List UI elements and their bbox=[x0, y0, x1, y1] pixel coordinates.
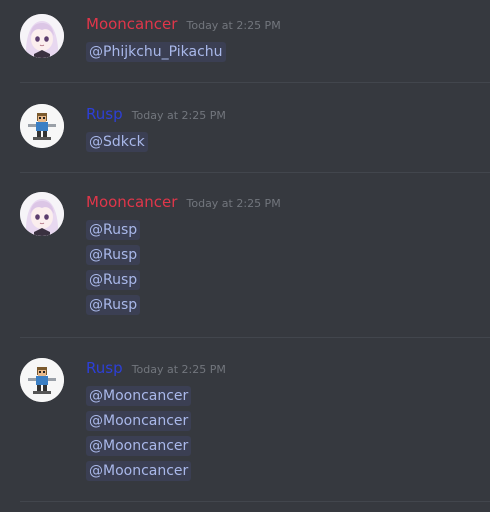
message-content: @Sdkck bbox=[86, 128, 148, 153]
timestamp: Today at 2:25 PM bbox=[186, 19, 281, 32]
message-content: @Phijkchu_Pikachu bbox=[86, 38, 226, 63]
mention[interactable]: @Phijkchu_Pikachu bbox=[86, 42, 226, 62]
message-header: Rusp Today at 2:25 PM bbox=[86, 358, 226, 378]
anime-girl-avatar-icon bbox=[20, 192, 64, 236]
pixel-character-avatar-icon bbox=[20, 104, 64, 148]
username[interactable]: Mooncancer bbox=[86, 15, 177, 33]
message-header: Rusp Today at 2:25 PM bbox=[86, 104, 226, 124]
message-content: @Mooncancer @Mooncancer @Mooncancer @Moo… bbox=[86, 382, 192, 482]
avatar[interactable] bbox=[20, 192, 64, 236]
avatar[interactable] bbox=[20, 104, 64, 148]
message-divider bbox=[20, 337, 490, 338]
chat-messages: Mooncancer Today at 2:25 PM @Phijkchu_Pi… bbox=[0, 0, 490, 512]
timestamp: Today at 2:25 PM bbox=[131, 363, 226, 376]
message-header: Mooncancer Today at 2:25 PM bbox=[86, 14, 281, 34]
anime-girl-avatar-icon bbox=[20, 14, 64, 58]
mention[interactable]: @Mooncancer bbox=[86, 411, 192, 431]
message-divider bbox=[20, 501, 490, 502]
avatar[interactable] bbox=[20, 14, 64, 58]
message-content: @Rusp @Rusp @Rusp @Rusp bbox=[86, 216, 141, 316]
mention[interactable]: @Rusp bbox=[86, 270, 141, 290]
username[interactable]: Rusp bbox=[86, 359, 123, 377]
username[interactable]: Rusp bbox=[86, 105, 123, 123]
message-divider bbox=[20, 82, 490, 83]
timestamp: Today at 2:25 PM bbox=[131, 109, 226, 122]
mention[interactable]: @Mooncancer bbox=[86, 386, 192, 406]
message-divider bbox=[20, 172, 490, 173]
mention[interactable]: @Rusp bbox=[86, 220, 141, 240]
mention[interactable]: @Mooncancer bbox=[86, 461, 192, 481]
avatar[interactable] bbox=[20, 358, 64, 402]
mention[interactable]: @Rusp bbox=[86, 295, 141, 315]
mention[interactable]: @Mooncancer bbox=[86, 436, 192, 456]
timestamp: Today at 2:25 PM bbox=[186, 197, 281, 210]
mention[interactable]: @Rusp bbox=[86, 245, 141, 265]
username[interactable]: Mooncancer bbox=[86, 193, 177, 211]
mention[interactable]: @Sdkck bbox=[86, 132, 148, 152]
message-header: Mooncancer Today at 2:25 PM bbox=[86, 192, 281, 212]
pixel-character-avatar-icon bbox=[20, 358, 64, 402]
